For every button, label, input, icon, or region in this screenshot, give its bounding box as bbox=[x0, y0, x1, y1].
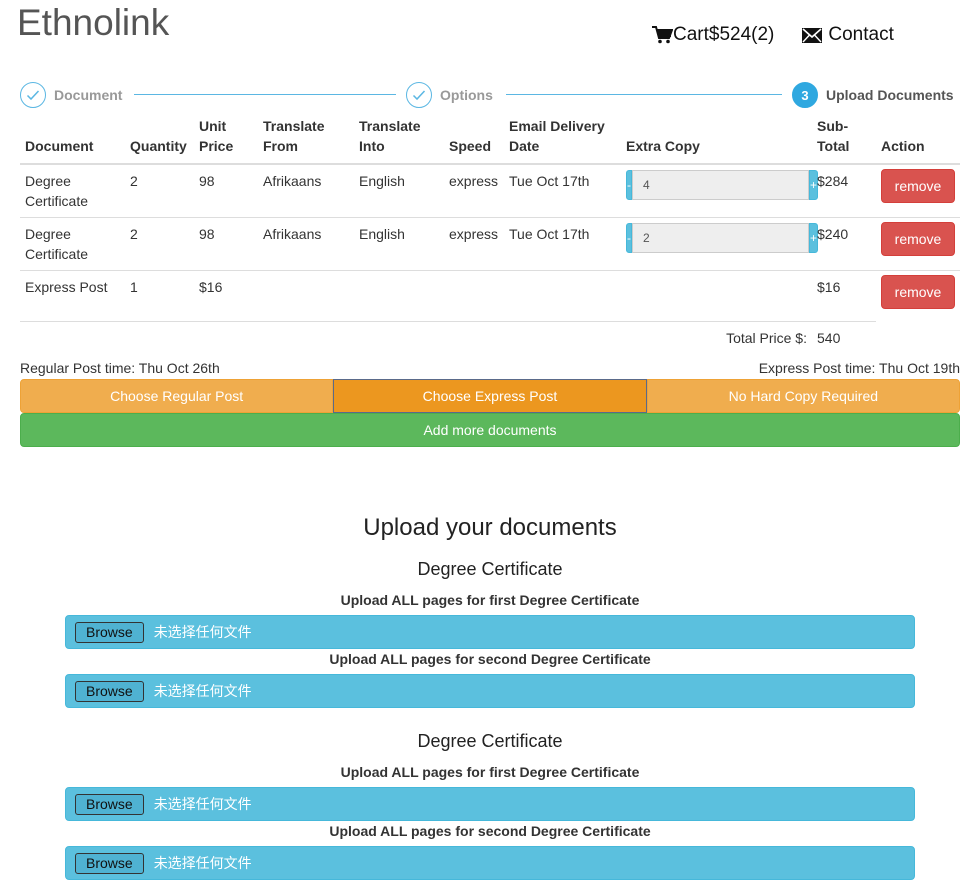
table-row: Express Post 1 $16 $16 remove bbox=[20, 270, 960, 322]
browse-button[interactable]: Browse bbox=[75, 680, 144, 702]
cell-document: Express Post bbox=[20, 270, 125, 322]
envelope-icon bbox=[802, 27, 823, 43]
upload-label: Upload ALL pages for second Degree Certi… bbox=[329, 823, 651, 839]
cell-subtotal: $16 bbox=[812, 270, 876, 322]
step-upload-documents[interactable]: 3 Upload Documents bbox=[792, 82, 954, 108]
cart-icon bbox=[652, 26, 673, 44]
cart-link[interactable]: Cart$524(2) bbox=[652, 24, 774, 46]
col-extra-copy: Extra Copy bbox=[621, 114, 812, 165]
cell-translate-from: Afrikaans bbox=[258, 217, 354, 271]
cell-document: Degree Certificate bbox=[20, 217, 125, 271]
post-option-group: Choose Regular Post Choose Express Post … bbox=[20, 379, 960, 413]
cell-speed: express bbox=[444, 217, 504, 271]
file-upload-field[interactable]: Browse 未选择任何文件 bbox=[65, 615, 915, 649]
step-number: 3 bbox=[792, 82, 818, 108]
cell-quantity: 2 bbox=[125, 163, 194, 218]
col-action: Action bbox=[876, 114, 960, 165]
step-document[interactable]: Document bbox=[20, 82, 122, 108]
add-more-documents-button[interactable]: Add more documents bbox=[20, 413, 960, 447]
extra-copy-stepper: - + bbox=[626, 170, 819, 200]
upload-section-title: Upload your documents bbox=[363, 514, 617, 541]
table-header-row: Document Quantity Unit Price Translate F… bbox=[20, 114, 960, 165]
cell-action: remove bbox=[876, 270, 960, 322]
browse-button[interactable]: Browse bbox=[75, 793, 144, 815]
cell-unit-price: 98 bbox=[194, 217, 258, 271]
cell-translate-into: English bbox=[354, 163, 444, 218]
file-name-text: 未选择任何文件 bbox=[153, 856, 252, 872]
cell-quantity: 1 bbox=[125, 270, 194, 322]
col-translate-into: Translate Into bbox=[354, 114, 444, 165]
step-label: Options bbox=[440, 87, 493, 103]
cell-delivery-date: Tue Oct 17th bbox=[504, 217, 621, 271]
order-table: Document Quantity Unit Price Translate F… bbox=[20, 114, 960, 354]
express-post-time: Express Post time: Thu Oct 19th bbox=[758, 360, 960, 376]
cell-document: Degree Certificate bbox=[20, 163, 125, 218]
table-row: Degree Certificate 2 98 Afrikaans Englis… bbox=[20, 217, 960, 271]
col-document: Document bbox=[20, 114, 125, 165]
cell-unit-price: 98 bbox=[194, 163, 258, 218]
upload-label: Upload ALL pages for first Degree Certif… bbox=[340, 764, 640, 780]
post-times: Regular Post time: Thu Oct 26th Express … bbox=[20, 360, 960, 376]
remove-button[interactable]: remove bbox=[881, 222, 955, 256]
col-delivery-date: Email Delivery Date bbox=[504, 114, 621, 165]
cell-extra-copy: - + bbox=[621, 163, 819, 218]
cart-label: Cart$524(2) bbox=[673, 24, 775, 45]
extra-copy-stepper: - + bbox=[626, 223, 819, 253]
file-name-text: 未选择任何文件 bbox=[153, 797, 252, 813]
col-subtotal: Sub-Total bbox=[812, 114, 876, 165]
no-hard-copy-button[interactable]: No Hard Copy Required bbox=[646, 379, 960, 413]
progress-stepper: Document Options 3 Upload Documents bbox=[20, 82, 960, 110]
col-translate-from: Translate From bbox=[258, 114, 354, 165]
browse-button[interactable]: Browse bbox=[75, 621, 144, 643]
remove-button[interactable]: remove bbox=[881, 169, 955, 203]
cell-subtotal: $240 bbox=[812, 217, 876, 271]
contact-link[interactable]: Contact bbox=[802, 24, 894, 46]
cell-subtotal: $284 bbox=[812, 163, 876, 218]
browse-button[interactable]: Browse bbox=[75, 852, 144, 874]
table-row: Degree Certificate 2 98 Afrikaans Englis… bbox=[20, 163, 960, 218]
file-upload-field[interactable]: Browse 未选择任何文件 bbox=[65, 674, 915, 708]
remove-button[interactable]: remove bbox=[881, 275, 955, 309]
document-group-title: Degree Certificate bbox=[417, 731, 563, 751]
cell-translate-into: English bbox=[354, 217, 444, 271]
choose-regular-post-button[interactable]: Choose Regular Post bbox=[20, 379, 334, 413]
cell-action: remove bbox=[876, 217, 960, 271]
file-upload-field[interactable]: Browse 未选择任何文件 bbox=[65, 787, 915, 821]
file-name-text: 未选择任何文件 bbox=[153, 684, 252, 700]
contact-label: Contact bbox=[828, 24, 894, 45]
choose-express-post-button[interactable]: Choose Express Post bbox=[333, 379, 647, 413]
upload-label: Upload ALL pages for first Degree Certif… bbox=[340, 592, 640, 608]
brand-logo[interactable]: Ethnolink bbox=[17, 2, 169, 44]
extra-copy-input[interactable] bbox=[632, 170, 809, 200]
step-options[interactable]: Options bbox=[406, 82, 493, 108]
extra-copy-input[interactable] bbox=[632, 223, 809, 253]
check-icon bbox=[20, 82, 46, 108]
step-connector bbox=[134, 94, 396, 95]
cell-extra-copy: - + bbox=[621, 217, 819, 271]
check-icon bbox=[406, 82, 432, 108]
regular-post-time: Regular Post time: Thu Oct 26th bbox=[20, 360, 220, 376]
cell-unit-price: $16 bbox=[194, 270, 258, 322]
total-label: Total Price $: bbox=[20, 321, 812, 354]
step-label: Upload Documents bbox=[826, 87, 954, 103]
col-unit-price: Unit Price bbox=[194, 114, 258, 165]
cell-translate-from: Afrikaans bbox=[258, 163, 354, 218]
col-speed: Speed bbox=[444, 114, 504, 165]
total-row: Total Price $: 540 bbox=[20, 321, 960, 354]
cell-quantity: 2 bbox=[125, 217, 194, 271]
top-nav: Cart$524(2) Contact bbox=[652, 24, 894, 46]
step-connector bbox=[506, 94, 782, 95]
upload-label: Upload ALL pages for second Degree Certi… bbox=[329, 651, 651, 667]
file-name-text: 未选择任何文件 bbox=[153, 625, 252, 641]
step-label: Document bbox=[54, 87, 123, 103]
col-quantity: Quantity bbox=[125, 114, 194, 165]
cell-delivery-date: Tue Oct 17th bbox=[504, 163, 621, 218]
document-group-title: Degree Certificate bbox=[417, 559, 563, 579]
total-value: 540 bbox=[812, 321, 876, 354]
cell-action: remove bbox=[876, 163, 960, 218]
file-upload-field[interactable]: Browse 未选择任何文件 bbox=[65, 846, 915, 880]
cell-speed: express bbox=[444, 163, 504, 218]
